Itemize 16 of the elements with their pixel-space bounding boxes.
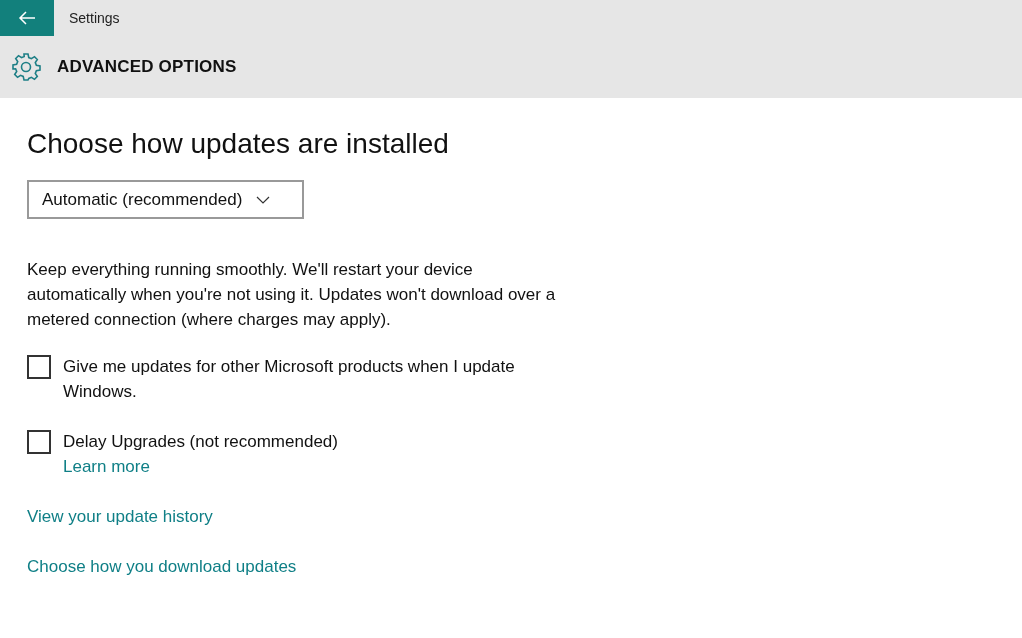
section-heading: Choose how updates are installed <box>27 128 449 160</box>
back-arrow-icon <box>18 11 36 25</box>
checkbox[interactable] <box>27 430 51 454</box>
settings-link[interactable]: View your update history <box>27 504 213 529</box>
gear-icon <box>11 52 41 82</box>
checkbox-label: Delay Upgrades (not recommended) <box>63 431 339 453</box>
page-title: ADVANCED OPTIONS <box>57 57 237 77</box>
back-button[interactable] <box>0 0 54 36</box>
settings-link[interactable]: Choose how you download updates <box>27 554 297 579</box>
checkbox-label: Give me updates for other Microsoft products when I update Windows. <box>63 356 516 403</box>
chevron-down-icon <box>256 195 271 204</box>
description-text: Keep everything running smoothly. We'll restart your device automatically when you're not using it. Updates won't download over a metered connection (where charges may apply). <box>27 259 557 331</box>
checkbox[interactable] <box>27 355 51 379</box>
window-title: Settings <box>69 10 120 26</box>
install-mode-dropdown[interactable]: Automatic (recommended) <box>27 180 304 219</box>
learn-more-link[interactable]: Learn more <box>63 454 150 479</box>
